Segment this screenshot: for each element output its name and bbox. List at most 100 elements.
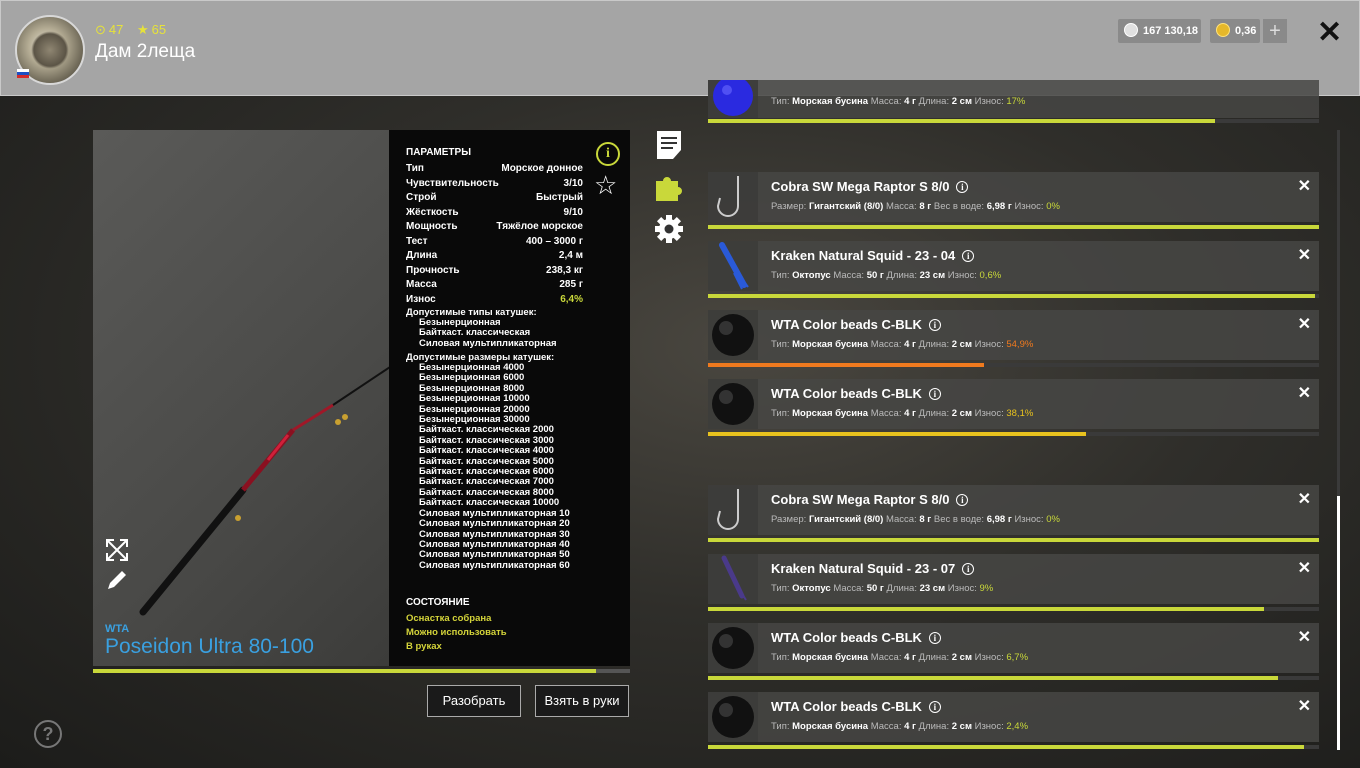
param-value: Морское донное xyxy=(501,163,583,174)
desc-key: Вес в воде: xyxy=(933,514,987,525)
info-icon[interactable]: i xyxy=(928,632,941,644)
tackle-item[interactable]: WTA Color beads C-BLK i ✕ Тип: Морская буси… xyxy=(708,310,1319,360)
item-wear-bar xyxy=(708,119,1319,123)
wear-key: Износ: xyxy=(974,721,1007,732)
item-desc: Тип: Октопус Масса: 50 г Длина: 23 см Из… xyxy=(771,270,1001,281)
rod-preview[interactable]: WTA Poseidon Ultra 80-100 xyxy=(93,130,389,666)
item-desc: Размер: Гигантский (8/0) Масса: 8 г Вес … xyxy=(771,201,1060,212)
desc-key: Длина: xyxy=(918,721,952,732)
tackle-item[interactable]: Тип: Морская бусина Масса: 4 г Длина: 2 … xyxy=(708,76,1319,118)
list-item: Оснастка собрана xyxy=(406,613,492,624)
tackle-item[interactable]: Kraken Natural Squid - 23 - 07 i ✕ Тип: Окт… xyxy=(708,554,1319,604)
gear-icon[interactable] xyxy=(654,214,684,244)
desc-key: Размер: xyxy=(771,514,809,525)
desc-value: Октопус xyxy=(792,270,834,281)
flag-icon xyxy=(17,69,29,78)
desc-key: Тип: xyxy=(771,408,793,419)
remove-item-close-icon[interactable]: ✕ xyxy=(1298,696,1311,716)
info-icon[interactable]: i xyxy=(956,494,969,506)
item-name-text: Cobra SW Mega Raptor S 8/0 xyxy=(771,179,950,194)
item-desc: Тип: Морская бусина Масса: 4 г Длина: 2 … xyxy=(771,339,1033,350)
info-icon[interactable]: i xyxy=(962,250,975,262)
item-wear-bar xyxy=(708,294,1319,298)
list-item: Силовая мультипликаторная 20 xyxy=(419,518,570,530)
desc-key: Вес в воде: xyxy=(933,201,987,212)
item-wear-fill xyxy=(708,225,1319,229)
tackle-item[interactable]: Kraken Natural Squid - 23 - 04 i ✕ Тип: Окт… xyxy=(708,241,1319,291)
tackle-item[interactable]: WTA Color beads C-BLK i ✕ Тип: Морская буси… xyxy=(708,692,1319,742)
desc-key: Масса: xyxy=(885,201,920,212)
puzzle-icon[interactable] xyxy=(654,172,684,202)
wear-value: 0% xyxy=(1046,201,1060,212)
info-icon[interactable]: i xyxy=(956,181,969,193)
tackle-item[interactable]: Cobra SW Mega Raptor S 8/0 i ✕ Размер: Гига… xyxy=(708,172,1319,222)
remove-item-close-icon[interactable]: ✕ xyxy=(1298,245,1311,265)
items-scrollbar[interactable] xyxy=(1337,130,1340,750)
gold-balance: 0,36 xyxy=(1210,19,1260,43)
desc-key: Длина: xyxy=(918,652,952,663)
edit-icon[interactable] xyxy=(105,568,129,592)
item-wear-fill xyxy=(708,676,1279,680)
silver-balance: 167 130,18 xyxy=(1118,19,1201,43)
desc-value: 4 г xyxy=(904,652,919,663)
desc-value: 4 г xyxy=(904,96,919,107)
remove-item-close-icon[interactable]: ✕ xyxy=(1298,383,1311,403)
scroll-thumb[interactable] xyxy=(1337,496,1340,750)
tackle-item[interactable]: WTA Color beads C-BLK i ✕ Тип: Морская буси… xyxy=(708,379,1319,429)
hook-icon xyxy=(708,485,758,535)
param-value: 400 – 3000 г xyxy=(526,235,583,247)
item-name-text: WTA Color beads C-BLK xyxy=(771,386,922,401)
remove-item-close-icon[interactable]: ✕ xyxy=(1298,176,1311,196)
gold-coin-icon xyxy=(1216,23,1230,38)
favorite-star-icon[interactable]: ☆ xyxy=(594,170,617,201)
list-item: Силовая мультипликаторная 60 xyxy=(419,559,570,571)
info-icon[interactable]: i xyxy=(962,563,975,575)
remove-item-close-icon[interactable]: ✕ xyxy=(1298,627,1311,647)
take-in-hands-button[interactable]: Взять в руки xyxy=(535,685,629,717)
desc-value: Морская бусина xyxy=(792,96,871,107)
black-bead-icon xyxy=(708,310,758,360)
info-icon[interactable]: i xyxy=(596,142,620,166)
item-name-text: WTA Color beads C-BLK xyxy=(771,699,922,714)
rod-image xyxy=(139,366,389,616)
remove-item-close-icon[interactable]: ✕ xyxy=(1298,558,1311,578)
info-icon[interactable]: i xyxy=(928,701,941,713)
item-wear-bar xyxy=(708,745,1319,749)
wear-value: 17% xyxy=(1006,96,1026,107)
desc-value: 23 см xyxy=(919,270,948,281)
info-icon[interactable]: i xyxy=(928,319,941,331)
level-stat: ⊙ 47 xyxy=(95,22,124,37)
item-desc: Тип: Морская бусина Масса: 4 г Длина: 2 … xyxy=(771,721,1028,732)
item-name: WTA Color beads C-BLK i xyxy=(771,630,941,645)
param-value: 238,3 кг xyxy=(546,264,583,276)
param-key: Строй xyxy=(406,192,437,203)
desc-value: 2 см xyxy=(951,339,975,350)
close-button[interactable]: ✕ xyxy=(1317,15,1342,50)
tackle-item[interactable]: WTA Color beads C-BLK i ✕ Тип: Морская буси… xyxy=(708,623,1319,673)
desc-key: Длина: xyxy=(886,270,920,281)
desc-value: 2 см xyxy=(951,96,975,107)
item-name-text: WTA Color beads C-BLK xyxy=(771,317,922,332)
disassemble-button[interactable]: Разобрать xyxy=(427,685,521,717)
wear-value: 38,1% xyxy=(1006,408,1034,419)
desc-key: Масса: xyxy=(870,339,905,350)
expand-icon[interactable] xyxy=(105,538,129,562)
desc-value: 8 г xyxy=(919,514,934,525)
desc-value: 4 г xyxy=(904,408,919,419)
desc-value: 23 см xyxy=(919,583,948,594)
remove-item-close-icon[interactable]: ✕ xyxy=(1298,489,1311,509)
item-name: WTA Color beads C-BLK i xyxy=(771,317,941,332)
help-icon[interactable]: ? xyxy=(34,720,62,748)
param-key: Чувствительность xyxy=(406,177,499,189)
params-title: ПАРАМЕТРЫ xyxy=(406,147,471,158)
document-icon[interactable] xyxy=(656,130,682,160)
remove-item-close-icon[interactable]: ✕ xyxy=(1298,314,1311,334)
wear-value: 9% xyxy=(979,583,994,594)
tackle-item[interactable]: Cobra SW Mega Raptor S 8/0 i ✕ Размер: Гига… xyxy=(708,485,1319,535)
info-icon[interactable]: i xyxy=(928,388,941,400)
add-gold-button[interactable]: + xyxy=(1263,19,1287,43)
wear-key: Износ: xyxy=(974,96,1007,107)
item-wear-bar xyxy=(708,676,1319,680)
black-bead-icon xyxy=(708,379,758,429)
item-name: Kraken Natural Squid - 23 - 04 i xyxy=(771,248,975,263)
